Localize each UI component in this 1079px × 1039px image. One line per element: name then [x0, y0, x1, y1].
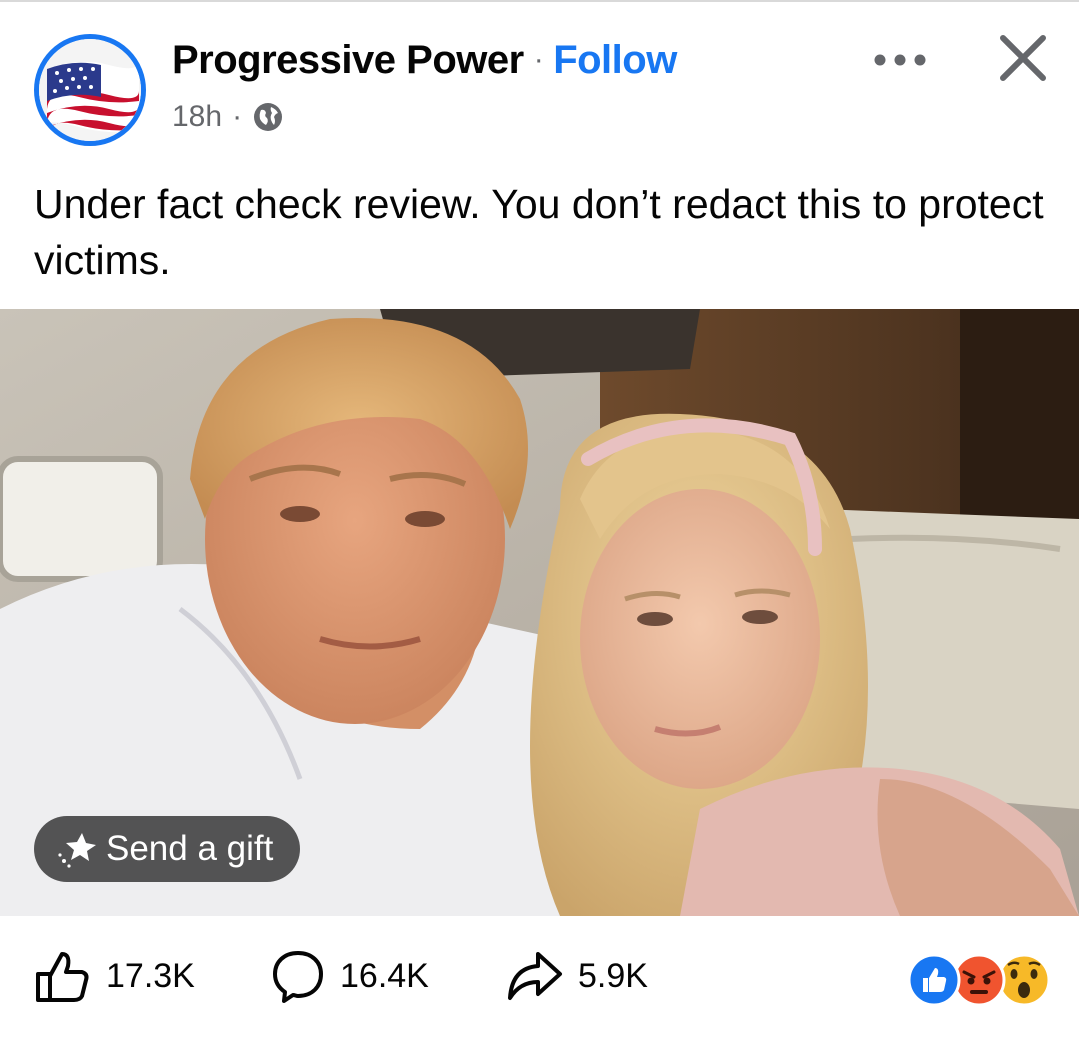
top-divider	[0, 0, 1079, 2]
like-count: 17.3K	[106, 956, 195, 995]
gift-sparkle-icon	[58, 833, 96, 868]
globe-icon	[252, 101, 284, 133]
comment-count: 16.4K	[340, 956, 429, 995]
like-button[interactable]: 17.3K	[34, 948, 195, 1004]
page-name-link[interactable]: Progressive Power	[172, 38, 524, 82]
angry-reaction-icon	[952, 953, 1006, 1007]
share-icon	[508, 952, 562, 1000]
close-icon[interactable]	[995, 30, 1051, 86]
flag-avatar-image	[39, 39, 141, 141]
post-header-title: Progressive Power · Follow	[172, 38, 677, 83]
follow-button[interactable]: Follow	[553, 38, 677, 82]
send-gift-button[interactable]: Send a gift	[34, 816, 300, 882]
like-reaction-icon	[907, 953, 961, 1007]
comment-button[interactable]: 16.4K	[270, 948, 429, 1004]
thumbs-up-icon	[36, 952, 89, 1002]
comment-icon	[273, 951, 323, 1003]
post-timestamp[interactable]: 18h	[172, 100, 222, 134]
reaction-summary[interactable]	[906, 952, 1052, 1008]
post-meta: 18h ·	[172, 100, 284, 134]
page-avatar[interactable]	[34, 34, 146, 146]
post-caption: Under fact check review. You don’t redac…	[34, 181, 1044, 283]
meta-separator: ·	[232, 100, 243, 133]
share-button[interactable]: 5.9K	[506, 948, 648, 1004]
share-count: 5.9K	[578, 956, 648, 995]
more-options-icon[interactable]	[870, 48, 930, 72]
title-separator: ·	[533, 43, 544, 76]
wow-reaction-icon	[997, 953, 1051, 1007]
send-gift-label: Send a gift	[106, 829, 274, 868]
